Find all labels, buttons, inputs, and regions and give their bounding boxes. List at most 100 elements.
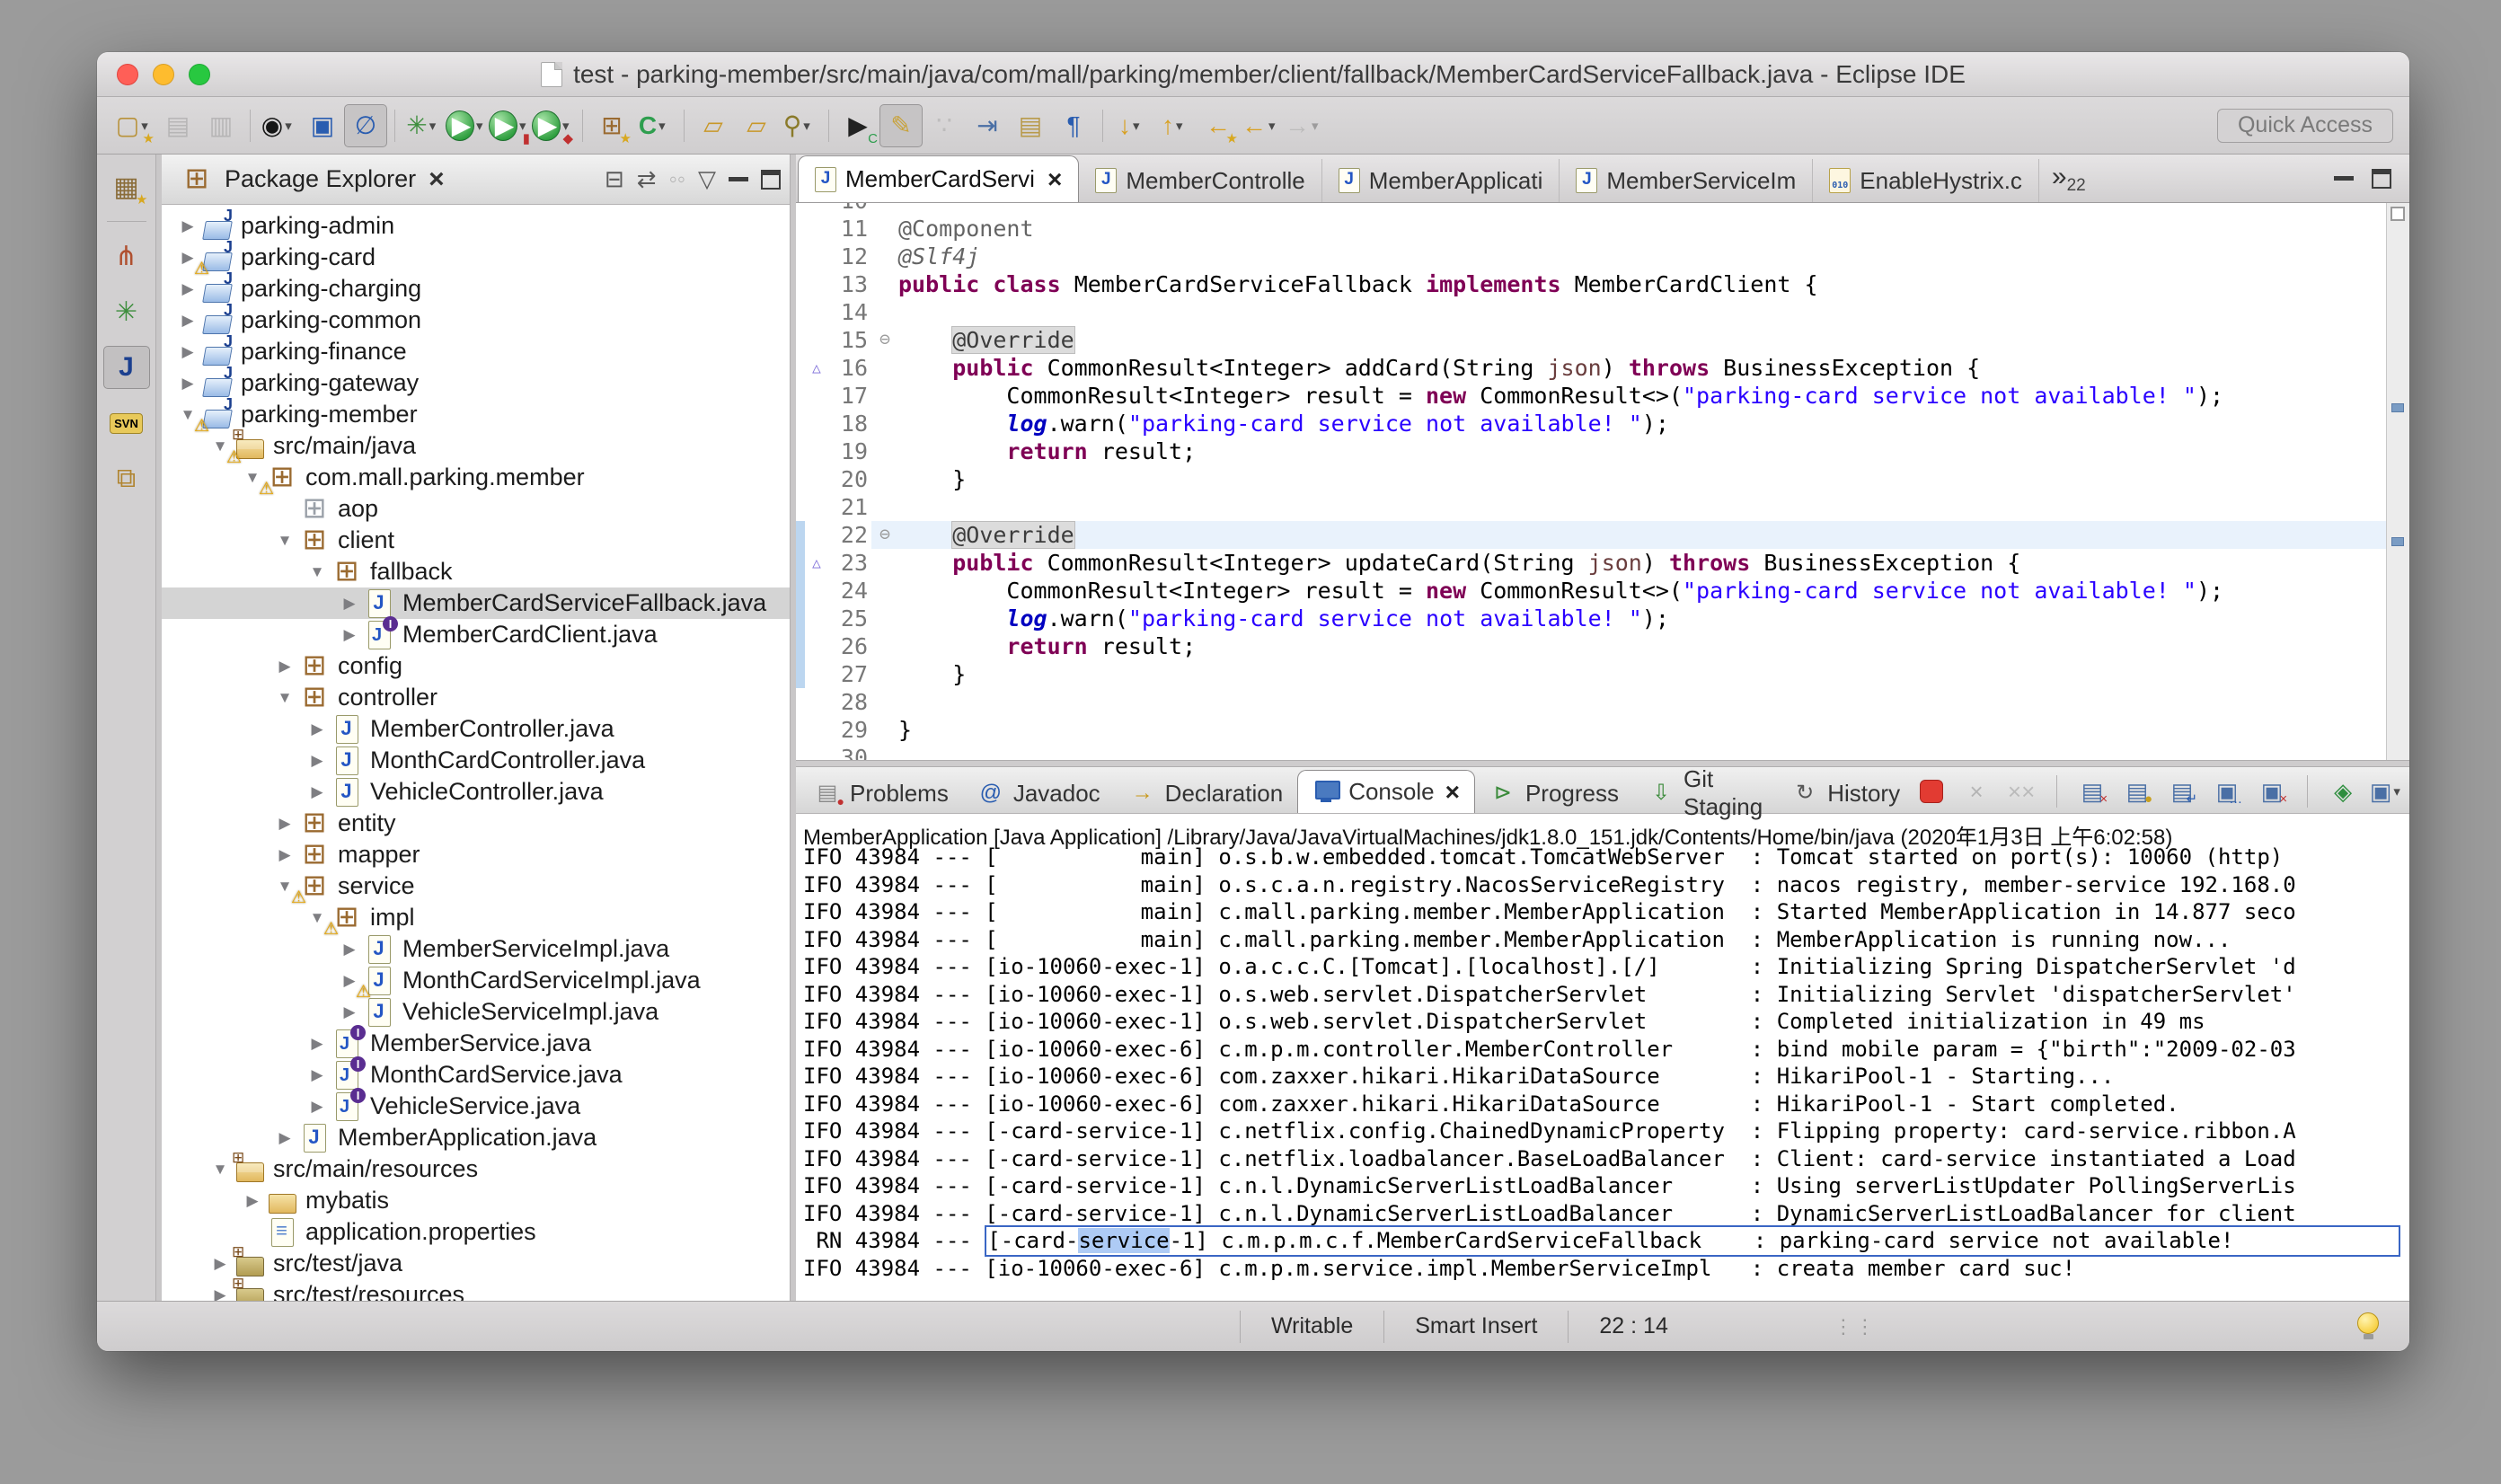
tree-item-monthcardservice-java[interactable]: ▶IMonthCardService.java (162, 1059, 790, 1091)
collapse-all-button[interactable]: ⊟ (605, 165, 624, 193)
tree-item-parking-admin[interactable]: ▶parking-admin (162, 210, 790, 242)
tree-expand-arrow-icon[interactable]: ▶ (174, 217, 201, 235)
tree-item-parking-gateway[interactable]: ▶parking-gateway (162, 367, 790, 399)
tree-item-impl[interactable]: ▼⚠impl (162, 902, 790, 933)
tree-item-vehicleserviceimpl-java[interactable]: ▶VehicleServiceImpl.java (162, 996, 790, 1028)
tree-item-parking-common[interactable]: ▶parking-common (162, 305, 790, 336)
editor-tab-membercardservi[interactable]: MemberCardServi× (798, 155, 1079, 202)
console-log[interactable]: IFO 43984 --- [ main] o.s.b.w.embedded.t… (796, 844, 2409, 1301)
tree-expand-arrow-icon[interactable]: ▶ (304, 1035, 331, 1053)
editor-tab-enablehystrix-c[interactable]: EnableHystrix.c (1813, 159, 2039, 202)
clear-console-button[interactable]: ▤× (2075, 775, 2109, 808)
tree-item-fallback[interactable]: ▼fallback (162, 556, 790, 587)
editor-tab-membercontrolle[interactable]: MemberControlle (1079, 159, 1321, 202)
tree-collapse-arrow-icon[interactable]: ▼ (271, 532, 298, 550)
tree-item-src-main-resources[interactable]: ▼src/main/resources (162, 1153, 790, 1185)
tree-item-parking-card[interactable]: ▶⚠parking-card (162, 242, 790, 273)
import-folder-button[interactable]: ▱ (735, 104, 778, 147)
next-annotation-button[interactable]: ↓▾ (1110, 104, 1153, 147)
console-tab-progress[interactable]: ⊳Progress (1475, 773, 1633, 813)
tree-expand-arrow-icon[interactable]: ▶ (271, 1129, 298, 1147)
overview-ruler-header-icon[interactable] (2391, 207, 2405, 221)
editor-console-sash[interactable] (796, 760, 2409, 767)
fold-collapse-icon[interactable]: ⊖ (871, 521, 898, 549)
console-tab-problems[interactable]: ▤●Problems (800, 773, 963, 813)
open-folder-button[interactable]: ▱ (692, 104, 735, 147)
tree-item-monthcardserviceimpl-java[interactable]: ▶⚠MonthCardServiceImpl.java (162, 965, 790, 996)
minimize-view-button[interactable] (729, 177, 748, 181)
maximize-editor-button[interactable] (2372, 169, 2391, 189)
close-tab-icon[interactable]: × (1445, 778, 1460, 807)
link-with-editor-button[interactable]: ⇄ (637, 165, 657, 193)
debug-perspective-button[interactable]: ✳ (103, 290, 150, 333)
remote-systems-button[interactable]: ▣ (301, 104, 344, 147)
team-sync-perspective-button[interactable]: ⧉ (103, 457, 150, 500)
tree-expand-arrow-icon[interactable]: ▶ (304, 1066, 331, 1084)
display-selected-console-button[interactable]: ▣▾ (2371, 775, 2405, 808)
tree-expand-arrow-icon[interactable]: ▶ (304, 720, 331, 738)
terminate-button[interactable] (1914, 775, 1949, 808)
tree-item-memberapplication-java[interactable]: ▶MemberApplication.java (162, 1122, 790, 1153)
tree-item-vehicleservice-java[interactable]: ▶IVehicleService.java (162, 1091, 790, 1122)
overview-mark[interactable] (2391, 403, 2404, 412)
tree-collapse-arrow-icon[interactable]: ▼ (271, 689, 298, 707)
tree-item-membercardservicefallback-java[interactable]: ▶MemberCardServiceFallback.java (162, 587, 790, 619)
tree-item-memberservice-java[interactable]: ▶IMemberService.java (162, 1028, 790, 1059)
tree-item-membercontroller-java[interactable]: ▶MemberController.java (162, 713, 790, 745)
tree-item-client[interactable]: ▼client (162, 525, 790, 556)
pin-console-button[interactable]: ◈ (2326, 775, 2360, 808)
outline-button[interactable]: ▤ (1009, 104, 1052, 147)
previous-annotation-button[interactable]: ↑▾ (1153, 104, 1197, 147)
last-edit-location-button[interactable]: ←★ (1197, 104, 1240, 147)
tree-item-parking-charging[interactable]: ▶parking-charging (162, 273, 790, 305)
code-editor[interactable]: 1011@Component12@Slf4j13public class Mem… (796, 203, 2409, 760)
close-tab-icon[interactable]: × (1047, 165, 1062, 194)
open-type-button[interactable]: ▶C (836, 104, 879, 147)
editor-tab-memberapplicati[interactable]: MemberApplicati (1322, 159, 1560, 202)
quick-access-button[interactable]: Quick Access (2217, 109, 2393, 143)
user-account-button[interactable]: ◉▾ (258, 104, 301, 147)
tree-item-memberserviceimpl-java[interactable]: ▶MemberServiceImpl.java (162, 933, 790, 965)
tree-item-src-test-resources[interactable]: ▶src/test/resources (162, 1279, 790, 1301)
run-button[interactable]: ▶▾ (446, 104, 489, 147)
tree-expand-arrow-icon[interactable]: ▶ (271, 846, 298, 864)
tree-item-entity[interactable]: ▶entity (162, 808, 790, 839)
fold-collapse-icon[interactable]: ⊖ (871, 326, 898, 354)
close-window-button[interactable] (117, 64, 138, 85)
search-flashlight-button[interactable]: ⚲▾ (778, 104, 821, 147)
tree-collapse-arrow-icon[interactable]: ▼ (304, 563, 331, 581)
overview-ruler[interactable] (2386, 203, 2409, 760)
console-tab-console[interactable]: Console× (1297, 770, 1475, 813)
tree-expand-arrow-icon[interactable]: ▶ (271, 658, 298, 676)
new-wizard-button[interactable]: ▢★▾ (113, 104, 156, 147)
tree-item-parking-member[interactable]: ▼⚠parking-member (162, 399, 790, 430)
tree-item-aop[interactable]: aop (162, 493, 790, 525)
tree-item-mapper[interactable]: ▶mapper (162, 839, 790, 870)
tree-expand-arrow-icon[interactable]: ▶ (336, 941, 363, 958)
tree-expand-arrow-icon[interactable]: ▶ (174, 343, 201, 361)
jump-to-file-button[interactable]: ⇥ (966, 104, 1009, 147)
tree-item-controller[interactable]: ▼controller (162, 682, 790, 713)
tree-expand-arrow-icon[interactable]: ▶ (336, 626, 363, 644)
show-whitespace-toggle[interactable]: ¶ (1052, 104, 1095, 147)
tree-expand-arrow-icon[interactable]: ▶ (304, 783, 331, 801)
tree-expand-arrow-icon[interactable]: ▶ (336, 1003, 363, 1021)
tree-expand-arrow-icon[interactable]: ▶ (304, 752, 331, 770)
tree-expand-arrow-icon[interactable]: ▶ (336, 595, 363, 613)
view-menu-button[interactable]: ▽ (698, 165, 716, 193)
scroll-lock-button[interactable]: ▤● (2120, 775, 2154, 808)
console-tab-history[interactable]: ↻History (1777, 773, 1914, 813)
package-explorer-tab[interactable]: Package Explorer × (171, 155, 457, 204)
mark-occurrences-toggle[interactable]: ✎ (879, 104, 923, 147)
hidden-tabs-indicator[interactable]: »22 (2039, 162, 2099, 196)
editor-tab-memberserviceim[interactable]: MemberServiceIm (1560, 159, 1813, 202)
lightbulb-icon[interactable] (2357, 1312, 2379, 1334)
tree-expand-arrow-icon[interactable]: ▶ (174, 312, 201, 330)
maximize-view-button[interactable] (761, 170, 781, 190)
profile-button[interactable]: ▶◆▾ (532, 104, 575, 147)
console-tab-declaration[interactable]: →Declaration (1115, 773, 1298, 813)
tree-expand-arrow-icon[interactable]: ▶ (207, 1255, 234, 1273)
tree-item-membercardclient-java[interactable]: ▶IMemberCardClient.java (162, 619, 790, 650)
tree-item-com-mall-parking-member[interactable]: ▼⚠com.mall.parking.member (162, 462, 790, 493)
minimize-editor-button[interactable] (2334, 176, 2354, 181)
